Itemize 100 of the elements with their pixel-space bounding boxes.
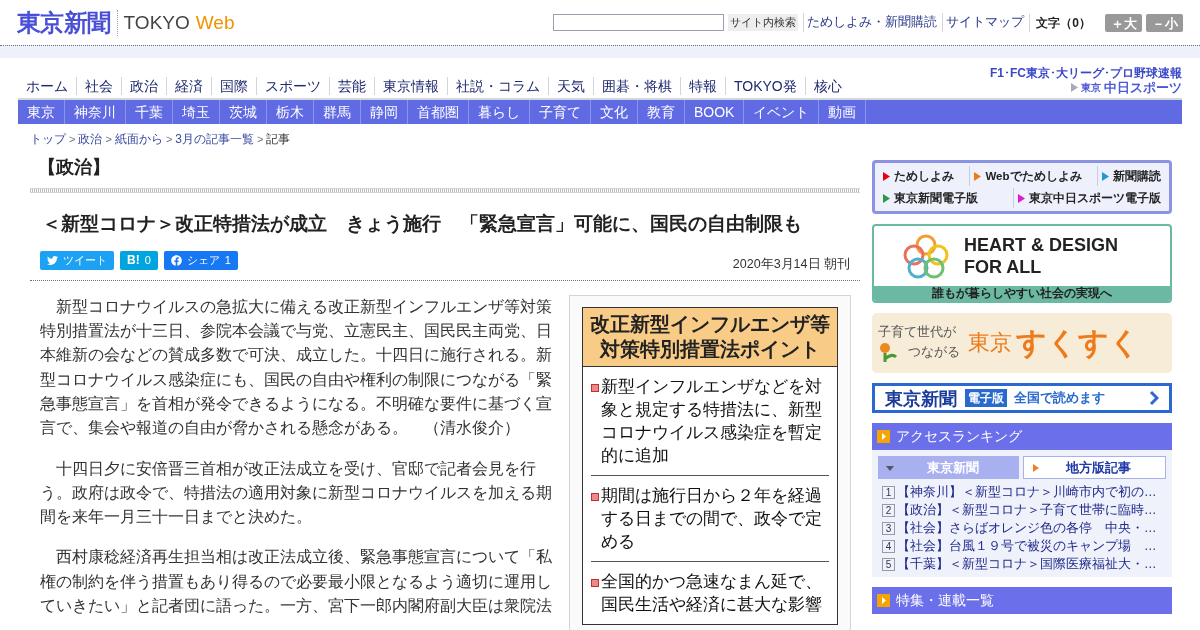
banner-heading: FOR ALL (964, 256, 1043, 278)
breadcrumb-link[interactable]: 3月の記事一覧 (175, 130, 254, 148)
banner-text: 子育て世代が (878, 323, 957, 341)
caret-icon (1032, 463, 1040, 472)
bullet-icon (591, 578, 599, 587)
breadcrumb-link[interactable]: トップ (30, 130, 66, 148)
nav-link[interactable]: 国際 (211, 77, 256, 95)
rank-number: 3 (882, 521, 895, 535)
article-paragraph: 新型コロナウイルスの急拡大に備える改正新型インフルエンザ等対策特別措置法が十三日、参院本会議で与党、立憲民主、国民民主両党、日本維新の会などの賛成多数で可決、成立した。十四日に施行される。新型コロナウイルス感染症にも、国民の自由や権利の制限につながる「緊急事態宣言」を首相が発令できるようになる。不明確な要件に基づく宣言で、集会や報道の自由が脅かされる懸念がある。 （清水俊介） (40, 296, 552, 439)
ranking-item[interactable]: 5 【千葉】＜新型コロナ＞国際医療福祉大・… (882, 555, 1162, 573)
subscription-link[interactable]: Webでためしよみ (969, 166, 1086, 186)
nav-link[interactable]: TOKYO発 (725, 77, 805, 95)
bullet-icon (591, 383, 599, 392)
banner-text: 全国で読めます (1014, 389, 1105, 408)
ranking-item[interactable]: 4 【社会】台風１９号で被災のキャンプ場 … (882, 537, 1162, 555)
brand-accent-text: Web (195, 13, 235, 32)
bullet-icon (591, 492, 599, 501)
share-button[interactable]: シェア 1 (163, 250, 238, 270)
regional-nav-link[interactable]: 子育て (530, 100, 591, 124)
article-paragraph: 十四日夕に安倍晋三首相が改正法成立を受け、官邸で記者会見を行う。政府は政令で、特措法の適用対象に新型コロナウイルスを加える期間を来年一月三十一日までと決めた。 (40, 458, 552, 528)
banner-logo: 東京新聞 (885, 386, 957, 411)
header-link[interactable]: ためしよみ・新聞購読 (803, 13, 938, 32)
infographic-point: 新型インフルエンザなどを対象と規定する特措法に、新型コロナウイルス感染症を暫定的に追加 (601, 375, 823, 467)
regional-nav-link[interactable]: 茨城 (220, 100, 267, 124)
font-size-label: 文字（0） (1029, 13, 1091, 32)
regional-nav-link[interactable]: 群馬 (314, 100, 361, 124)
rank-number: 5 (882, 557, 895, 571)
banner-text: つながる (908, 343, 960, 361)
regional-nav-link[interactable]: 文化 (591, 100, 638, 124)
subscription-link[interactable]: 新聞購読 (1097, 166, 1165, 186)
breadcrumb-separator: > (165, 131, 173, 147)
article-title: ＜新型コロナ＞改正特措法が成立 きょう施行 「緊急宣言」可能に、国民の自由制限も (42, 212, 803, 236)
search-button[interactable]: サイト内検索 (728, 14, 799, 31)
arrow-square-icon (877, 594, 890, 607)
nav-link[interactable]: ホーム (18, 77, 76, 95)
flower-logo-icon (902, 233, 950, 279)
nav-link[interactable]: スポーツ (256, 77, 329, 95)
nav-link[interactable]: 東京情報 (374, 77, 447, 95)
header-link[interactable]: サイトマップ (942, 13, 1025, 32)
nav-link[interactable]: 特報 (680, 77, 725, 95)
bird-icon (47, 254, 58, 266)
panel-title: アクセスランキング (896, 427, 1022, 446)
breadcrumb-current: 記事 (266, 131, 291, 148)
breadcrumb-link[interactable]: 政治 (78, 130, 103, 148)
nav-link[interactable]: 天気 (548, 77, 593, 95)
regional-nav-link[interactable]: 教育 (638, 100, 685, 124)
digital-edition-banner[interactable]: 東京新聞 電子版 全国で読めます (872, 383, 1172, 413)
nav-link[interactable]: 社会 (76, 77, 121, 95)
triangle-icon (1071, 83, 1078, 92)
regional-nav-link[interactable]: 千葉 (126, 100, 173, 124)
subscription-link[interactable]: 東京新聞電子版 (879, 188, 982, 208)
nav-link[interactable]: 芸能 (329, 77, 374, 95)
banner-city: 東京 (968, 329, 1012, 357)
regional-nav-link[interactable]: 動画 (819, 100, 867, 124)
caret-icon (886, 463, 894, 472)
nav-link[interactable]: 囲碁・将棋 (593, 77, 680, 95)
rank-number: 1 (882, 485, 895, 499)
infographic-point: 全国的かつ急速なまん延で、国民生活や経済に甚大な影響 (601, 570, 823, 616)
regional-nav-link[interactable]: BOOK (685, 100, 745, 124)
article-date: 2020年3月14日 朝刊 (732, 256, 850, 273)
nav-link[interactable]: 政治 (121, 77, 166, 95)
regional-nav-link[interactable]: 東京 (18, 100, 65, 124)
regional-nav-link[interactable]: 神奈川 (65, 100, 126, 124)
infographic-title: 改正新型インフルエンザ等対策特別措置法ポイント (583, 307, 837, 367)
ranking-item[interactable]: 3 【社会】さらばオレンジ色の各停 中央・… (882, 519, 1162, 537)
heart-design-banner[interactable]: HEART & DESIGN FOR ALL 誰もが暮らしやすい社会の実現へ (872, 224, 1172, 303)
banner-heading: HEART & DESIGN (964, 234, 1118, 256)
banner-badge: 電子版 (965, 389, 1007, 407)
rank-number: 4 (882, 539, 895, 553)
ranking-item[interactable]: 2 【政治】＜新型コロナ＞子育て世帯に臨時… (882, 501, 1162, 519)
infographic-point: 期間は施行日から２年を経過する日までの間で、政令で定める (601, 484, 823, 553)
banner-caption: 誰もが暮らしやすい社会の実現へ (874, 286, 1170, 301)
facebook-icon (170, 254, 182, 266)
regional-nav-link[interactable]: 栃木 (267, 100, 314, 124)
regional-nav-link[interactable]: 埼玉 (173, 100, 220, 124)
brand-text: TOKYO (123, 13, 190, 32)
chevron-right-icon (1149, 390, 1159, 406)
regional-nav-link[interactable]: 静岡 (361, 100, 408, 124)
sports-logo[interactable]: 東京 中日スポーツ (1071, 80, 1182, 95)
breadcrumb-separator: > (257, 131, 264, 147)
regional-nav-link[interactable]: 暮らし (469, 100, 530, 124)
rank-number: 2 (882, 503, 895, 517)
breadcrumb-separator: > (105, 131, 112, 147)
breadcrumb-separator: > (69, 131, 76, 147)
arrow-square-icon (877, 430, 890, 443)
banner-title: すくすく (1016, 325, 1140, 361)
subscription-link[interactable]: ためしよみ (879, 166, 958, 186)
logo[interactable]: 東京新聞 (17, 10, 111, 35)
section-label: 【政治】 (38, 156, 111, 179)
regional-nav-link[interactable]: イベント (744, 100, 820, 124)
sports-link[interactable]: F1･FC東京･大リーグ･プロ野球速報 (990, 66, 1182, 80)
nav-link[interactable]: 核心 (804, 77, 850, 95)
search-field[interactable] (553, 14, 725, 31)
nav-link[interactable]: 経済 (166, 77, 211, 95)
regional-nav-link[interactable]: 首都圏 (408, 100, 469, 124)
nav-link[interactable]: 社説・コラム (447, 77, 548, 95)
subscription-link[interactable]: 東京中日スポーツ電子版 (1013, 188, 1165, 208)
ranking-tab[interactable]: 地方版記事 (1023, 456, 1166, 479)
ranking-item[interactable]: 1 【神奈川】＜新型コロナ＞川崎市内で初の… (882, 483, 1162, 501)
breadcrumb-link[interactable]: 紙面から (114, 130, 163, 148)
